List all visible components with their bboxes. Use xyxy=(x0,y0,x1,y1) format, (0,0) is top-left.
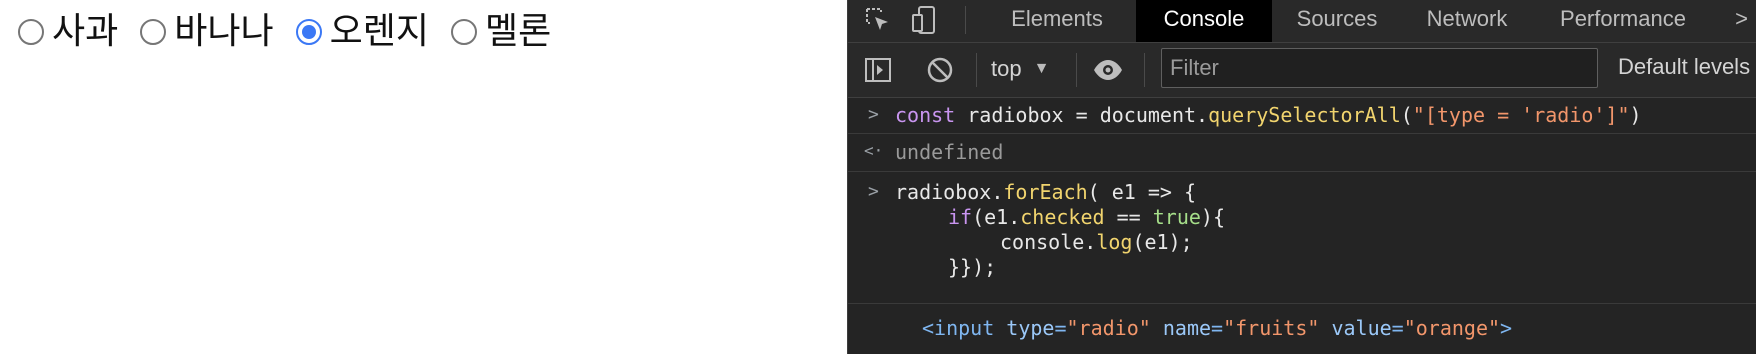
code-property: checked xyxy=(1020,205,1105,229)
radio-label-orange: 오렌지 xyxy=(329,11,429,52)
console-log-output-row: <input type="radio" name="fruits" value=… xyxy=(848,304,1756,354)
radio-option-banana[interactable]: 바나나 xyxy=(140,11,274,52)
console-input-row: > const radiobox = document.querySelecto… xyxy=(848,98,1756,134)
code-text: (e1. xyxy=(972,205,1021,229)
code-function: log xyxy=(1096,230,1133,254)
console-input-row: > radiobox.forEach( e1 => { if(e1.checke… xyxy=(848,172,1756,304)
tab-elements[interactable]: Elements xyxy=(976,0,1138,42)
input-prompt-icon: > xyxy=(868,181,879,202)
result-value: undefined xyxy=(895,140,1004,164)
radio-label-banana: 바나나 xyxy=(174,11,274,52)
code-keyword: const xyxy=(895,103,956,127)
code-text: radiobox = document. xyxy=(955,103,1209,127)
tab-sources[interactable]: Sources xyxy=(1272,0,1402,42)
console-result-row: <· undefined xyxy=(848,134,1756,172)
more-tabs-icon[interactable]: > xyxy=(1726,0,1756,42)
code-string: "[type = 'radio']" xyxy=(1412,103,1630,127)
fruit-radio-group: 사과 바나나 오렌지 멜론 xyxy=(18,12,573,52)
radio-button-orange[interactable] xyxy=(295,19,322,45)
console-toolbar: top ▼ Filter Default levels xyxy=(848,43,1756,98)
tab-performance[interactable]: Performance xyxy=(1538,0,1708,42)
input-prompt-icon: > xyxy=(868,104,879,125)
filter-placeholder: Filter xyxy=(1170,55,1219,80)
web-page: 사과 바나나 오렌지 멜론 xyxy=(0,0,847,354)
html-attr-value: "orange" xyxy=(1403,316,1501,340)
console-output: > const radiobox = document.querySelecto… xyxy=(848,98,1756,354)
code-text: (e1); xyxy=(1132,230,1193,254)
console-code: const radiobox = document.querySelectorA… xyxy=(895,103,1642,128)
radio-option-melon[interactable]: 멜론 xyxy=(451,12,551,52)
code-text: ( e1 => { xyxy=(1087,180,1197,204)
radio-button-apple[interactable] xyxy=(18,19,44,45)
code-text: console. xyxy=(1000,230,1097,254)
html-attr-name: value xyxy=(1331,316,1392,340)
console-code-line: }}); xyxy=(948,255,997,279)
code-function: querySelectorAll xyxy=(1208,103,1401,127)
html-attr-value: "fruits" xyxy=(1223,316,1320,340)
html-tag-close: > xyxy=(1500,316,1513,340)
toolbar-separator xyxy=(976,53,977,87)
html-tag-open: <input xyxy=(922,316,995,340)
log-levels-dropdown[interactable]: Default levels xyxy=(1618,54,1750,80)
code-text: ( xyxy=(1400,103,1413,127)
devtools-tab-bar: Elements Console Sources Network Perform… xyxy=(848,0,1756,43)
inspect-element-icon[interactable] xyxy=(862,4,894,36)
result-return-icon: <· xyxy=(864,141,884,160)
code-text: ) xyxy=(1629,103,1642,127)
tab-network[interactable]: Network xyxy=(1404,0,1530,42)
logged-element-node[interactable]: <input type="radio" name="fruits" value=… xyxy=(922,316,1512,341)
caret-down-icon: ▼ xyxy=(1033,60,1050,77)
context-selector[interactable]: top ▼ xyxy=(991,54,1049,84)
radio-label-melon: 멜론 xyxy=(485,11,552,52)
devtools-panel: Elements Console Sources Network Perform… xyxy=(847,0,1756,354)
code-text: == xyxy=(1104,205,1153,229)
radio-button-melon[interactable] xyxy=(451,19,477,45)
console-code-line: if(e1.checked == true){ xyxy=(948,205,1225,230)
radio-option-apple[interactable]: 사과 xyxy=(18,12,118,52)
live-expression-eye-icon[interactable] xyxy=(1092,54,1124,86)
html-attr-name: name xyxy=(1162,316,1212,340)
code-text: radiobox. xyxy=(895,180,1004,204)
tab-separator xyxy=(965,6,966,34)
code-boolean: true xyxy=(1152,205,1201,229)
html-attr-name: type xyxy=(1006,316,1055,340)
html-attr-value: "radio" xyxy=(1066,316,1151,340)
context-label: top xyxy=(991,56,1022,81)
radio-option-orange[interactable]: 오렌지 xyxy=(295,11,429,52)
code-text: ){ xyxy=(1200,205,1225,229)
console-filter-input[interactable]: Filter xyxy=(1161,48,1598,88)
code-keyword: if xyxy=(948,205,973,229)
toolbar-separator xyxy=(1076,53,1077,87)
code-function: forEach xyxy=(1003,180,1088,204)
radio-button-banana[interactable] xyxy=(140,19,167,45)
radio-label-apple: 사과 xyxy=(52,11,119,52)
toolbar-separator xyxy=(1144,53,1145,87)
clear-console-icon[interactable] xyxy=(924,54,956,86)
radio-checked-dot xyxy=(301,25,316,39)
device-toolbar-icon[interactable] xyxy=(908,4,940,36)
sidebar-toggle-icon[interactable] xyxy=(862,54,894,86)
console-code-line: console.log(e1); xyxy=(1000,230,1193,255)
tab-console[interactable]: Console xyxy=(1136,0,1272,42)
console-code-line: radiobox.forEach( e1 => { xyxy=(895,180,1196,205)
